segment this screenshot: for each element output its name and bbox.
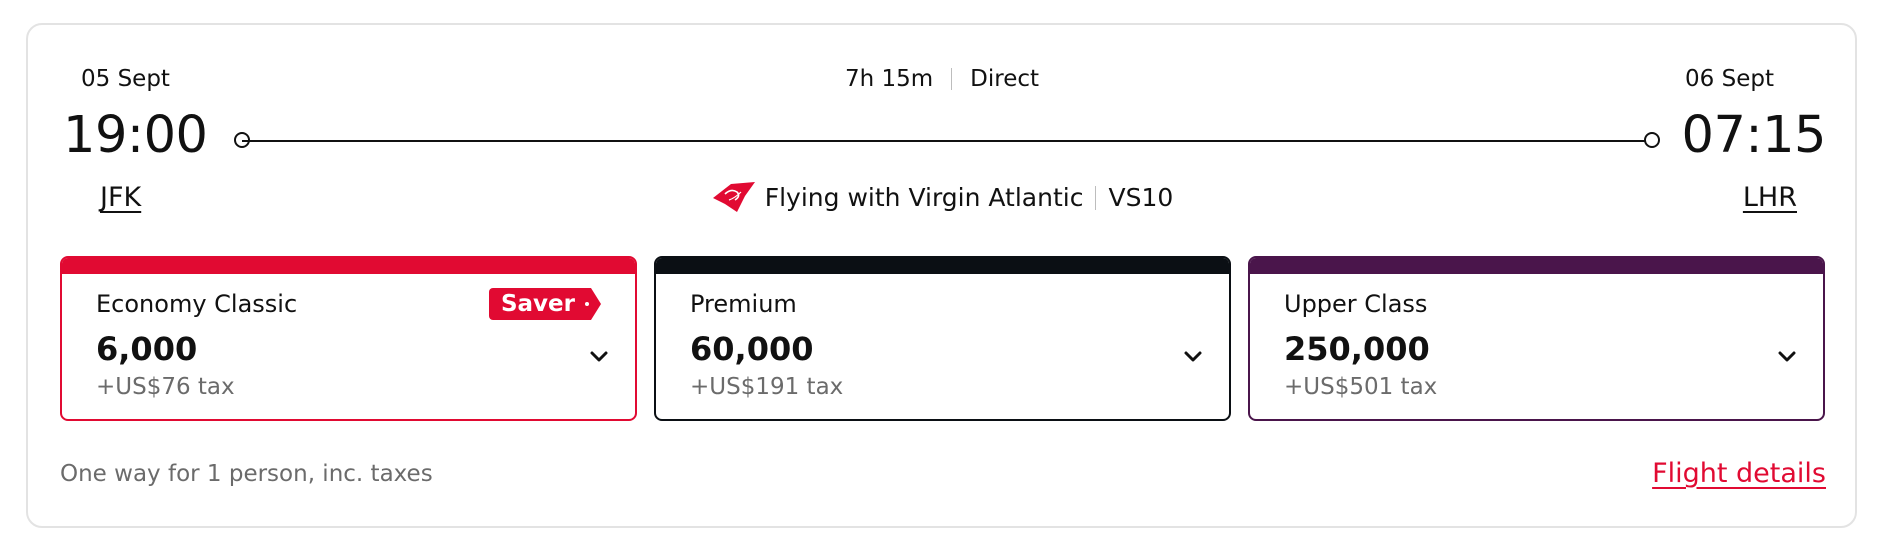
saver-badge-label: Saver: [500, 291, 575, 317]
fare-tax: +US$76 tax: [96, 374, 235, 400]
fare-note: One way for 1 person, inc. taxes: [60, 461, 433, 487]
flight-meta: 7h 15m Direct: [0, 66, 1884, 92]
flight-details-link[interactable]: Flight details: [1652, 458, 1826, 489]
chevron-down-icon[interactable]: [1777, 350, 1797, 364]
arrival-time: 07:15: [1681, 106, 1827, 165]
fare-points: 6,000: [96, 330, 198, 368]
flight-number: VS10: [1108, 183, 1174, 212]
departure-time: 19:00: [63, 106, 208, 165]
fare-economy-classic[interactable]: Economy Classic Saver 6,000 +US$76 tax: [60, 256, 637, 421]
meta-divider: [951, 68, 953, 90]
fare-points: 250,000: [1284, 330, 1430, 368]
operator-divider: [1095, 186, 1097, 210]
fare-color-bar: [656, 258, 1229, 274]
flight-duration: 7h 15m: [844, 66, 934, 92]
chevron-down-icon[interactable]: [589, 350, 609, 364]
fare-tax: +US$501 tax: [1284, 374, 1438, 400]
virgin-tail-icon: [711, 180, 757, 214]
fare-tax: +US$191 tax: [690, 374, 844, 400]
fare-points: 60,000: [690, 330, 814, 368]
fare-color-bar: [62, 258, 635, 274]
fare-upper-class[interactable]: Upper Class 250,000 +US$501 tax: [1248, 256, 1825, 421]
fare-premium[interactable]: Premium 60,000 +US$191 tax: [654, 256, 1231, 421]
badge-hole: [585, 302, 589, 306]
fare-cabin-label: Premium: [690, 290, 797, 318]
fare-color-bar: [1250, 258, 1823, 274]
flight-stops: Direct: [970, 66, 1040, 92]
fare-cabin-label: Economy Classic: [96, 290, 298, 318]
operator-info: Flying with Virgin Atlantic VS10: [0, 180, 1884, 214]
fare-cabin-label: Upper Class: [1284, 290, 1428, 318]
chevron-down-icon[interactable]: [1183, 350, 1203, 364]
route-line: [242, 140, 1654, 142]
operator-name: Flying with Virgin Atlantic: [764, 183, 1084, 212]
saver-badge: Saver: [489, 288, 601, 320]
route-destination-dot: [1644, 132, 1660, 148]
